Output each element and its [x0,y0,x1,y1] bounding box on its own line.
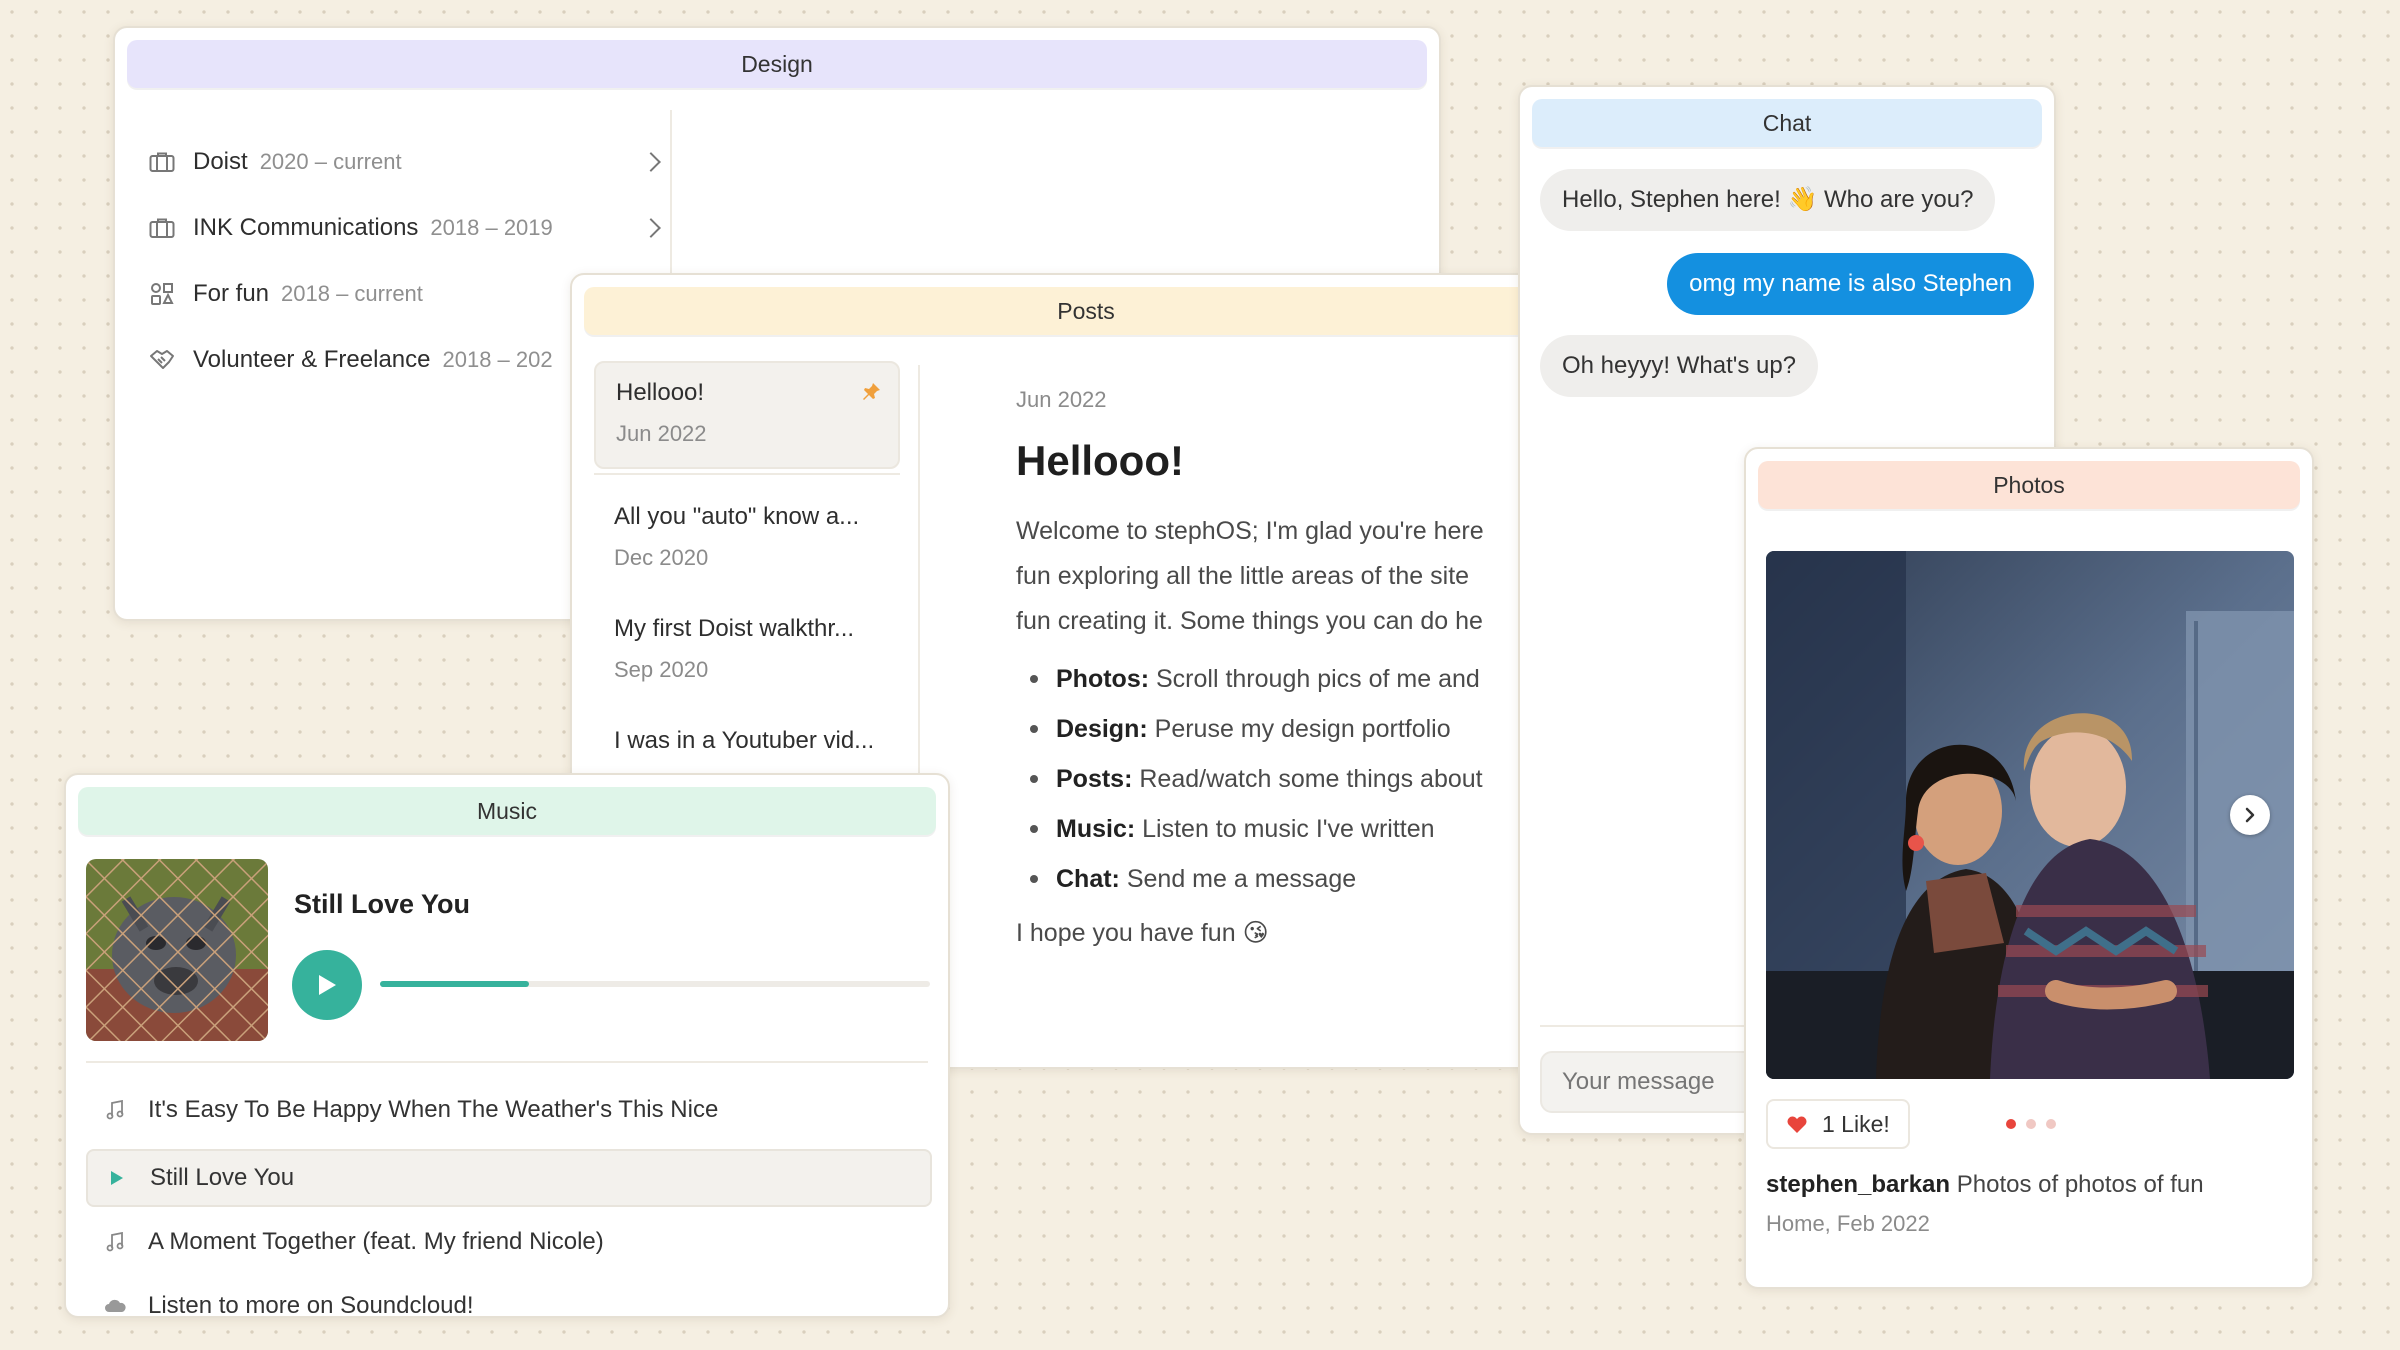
article-date: Jun 2022 [1016,387,1107,412]
album-image [86,859,268,1041]
bullet-text: Read/watch some things about [1139,765,1483,793]
photos-window: Photos 1 Like! stephen_barkan Photos of … [1744,447,2314,1289]
design-item-years: 2018 – 2019 [430,215,553,240]
design-item-doist[interactable]: Doist 2020 – current [149,142,669,182]
design-item-years: 2018 – current [281,281,423,306]
article-outro: I hope you have fun 😘 [1016,919,1269,947]
article-intro-line: Welcome to stephOS; I'm glad you're here [1016,517,1484,545]
music-note-icon [102,1100,128,1120]
photos-titlebar[interactable]: Photos [1758,461,2300,509]
bullet-item: Music: Listen to music I've written [1016,804,1568,854]
design-item-name: For fun [193,280,270,307]
soundcloud-link[interactable]: Listen to more on Soundcloud! [86,1277,932,1318]
bullet-text: Peruse my design portfolio [1154,715,1451,743]
pagination-dot[interactable] [2046,1119,2056,1129]
track-item[interactable]: It's Easy To Be Happy When The Weather's… [86,1081,932,1139]
pagination-dot[interactable] [2026,1119,2036,1129]
article-intro: Welcome to stephOS; I'm glad you're here… [1016,509,1568,644]
post-article: Jun 2022 Hellooo! Welcome to stephOS; I'… [1016,387,1568,948]
photo-username: stephen_barkan [1766,1171,1951,1198]
design-item-name: INK Communications [193,214,419,241]
pin-icon [860,381,882,408]
album-art [86,859,268,1041]
photo-caption: stephen_barkan Photos of photos of fun [1766,1171,2204,1199]
article-intro-line: fun creating it. Some things you can do … [1016,607,1483,635]
post-item[interactable]: All you "auto" know a... Dec 2020 [594,487,900,595]
pagination-dot[interactable] [2006,1119,2016,1129]
chevron-right-icon [641,152,661,172]
post-date: Dec 2020 [614,545,709,570]
chat-message-incoming: Hello, Stephen here! 👋 Who are you? [1540,169,1996,231]
post-date: Sep 2020 [614,657,709,682]
design-titlebar[interactable]: Design [127,40,1427,88]
post-title: My first Doist walkthr... [614,615,855,642]
cloud-icon [102,1299,128,1313]
track-title: Still Love You [150,1164,295,1191]
heart-icon [1787,1116,1807,1133]
progress-bar[interactable] [380,981,930,987]
bullet-label: Chat: [1056,865,1120,893]
play-button[interactable] [292,950,362,1020]
music-window: Music Still Love You It's Easy To Be Hap… [64,773,950,1318]
bullet-label: Music: [1056,815,1136,843]
bullet-item: Design: Peruse my design portfolio [1016,704,1568,754]
photo [1766,551,2294,1079]
chat-message-incoming: Oh heyyy! What's up? [1540,335,1819,397]
like-button[interactable]: 1 Like! [1766,1099,1910,1149]
track-title: A Moment Together (feat. My friend Nicol… [148,1228,604,1255]
chat-message-outgoing: omg my name is also Stephen [1667,253,2034,315]
bullet-label: Design: [1056,715,1148,743]
bullet-label: Posts: [1056,765,1133,793]
progress-fill [380,981,529,987]
bullet-text: Scroll through pics of me and [1156,665,1480,693]
photo-pagination [2006,1119,2056,1129]
briefcase-icon [149,215,175,241]
soundcloud-link-text: Listen to more on Soundcloud! [148,1292,474,1318]
bullet-item: Photos: Scroll through pics of me and [1016,654,1568,704]
design-item-years: 2020 – current [259,149,402,174]
post-item[interactable]: My first Doist walkthr... Sep 2020 [594,599,900,707]
chevron-right-icon [641,218,661,238]
bullet-item: Posts: Read/watch some things about [1016,754,1568,804]
article-heading: Hellooo! [1016,437,1184,484]
bullet-item: Chat: Send me a message [1016,854,1568,904]
design-item-name: Volunteer & Freelance [193,346,431,373]
bullet-text: Listen to music I've written [1142,815,1435,843]
design-item-name: Doist [193,148,248,175]
shapes-icon [149,281,175,307]
music-divider [86,1061,928,1063]
article-intro-line: fun exploring all the little areas of th… [1016,562,1470,590]
bullet-label: Photos: [1056,665,1150,693]
post-title: I was in a Youtuber vid... [614,727,875,754]
like-count: 1 Like! [1822,1110,1890,1137]
track-title: It's Easy To Be Happy When The Weather's… [148,1096,719,1123]
bullet-text: Send me a message [1126,865,1357,893]
posts-list-divider [594,473,900,475]
chat-titlebar[interactable]: Chat [1532,99,2042,147]
play-icon [104,1170,130,1186]
photo-image [1766,551,2294,1079]
chevron-right-icon [2245,807,2255,823]
posts-title: Posts [1057,297,1115,324]
photo-location: Home, Feb 2022 [1766,1211,1930,1236]
article-bullets: Photos: Scroll through pics of me and De… [1016,654,1568,904]
design-item-years: 2018 – 202 [442,347,553,372]
music-titlebar[interactable]: Music [78,787,936,835]
music-note-icon [102,1232,128,1252]
post-date: Jun 2022 [616,421,707,446]
handshake-icon [149,347,175,373]
post-title: Hellooo! [616,379,705,406]
design-item-ink[interactable]: INK Communications 2018 – 2019 [149,208,669,248]
track-item[interactable]: A Moment Together (feat. My friend Nicol… [86,1213,932,1271]
briefcase-icon [149,149,175,175]
now-playing-title: Still Love You [294,889,471,919]
play-icon [319,975,336,995]
track-item-playing[interactable]: Still Love You [86,1149,932,1207]
photo-caption-text: Photos of photos of fun [1956,1171,2204,1198]
post-item-active[interactable]: Hellooo! Jun 2022 [594,361,900,469]
posts-titlebar[interactable]: Posts [584,287,1568,335]
post-title: All you "auto" know a... [614,503,860,530]
next-photo-button[interactable] [2230,795,2270,835]
